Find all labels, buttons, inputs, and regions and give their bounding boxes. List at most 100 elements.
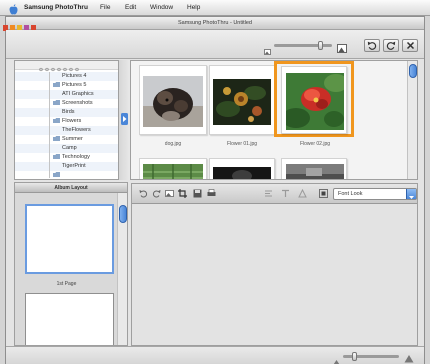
insert-image-icon[interactable]	[164, 188, 175, 199]
rotate-left-icon	[367, 37, 377, 55]
thumbnail-scrollbar-thumb[interactable]	[409, 64, 417, 78]
tree-item-label: Screenshots	[62, 100, 93, 106]
folder-icon	[53, 119, 60, 132]
folder-icon	[53, 92, 60, 105]
rotate-left-button[interactable]	[364, 39, 380, 52]
crop-icon[interactable]	[177, 188, 188, 199]
rotate-right-icon	[386, 37, 396, 55]
rotate-right-button[interactable]	[383, 39, 399, 52]
tree-item[interactable]: Pictures 5	[15, 81, 118, 96]
delete-button[interactable]	[402, 39, 418, 52]
album-scrollbar[interactable]	[117, 193, 127, 345]
text-icon[interactable]	[280, 188, 291, 199]
page-editor[interactable]: Font Look	[131, 183, 418, 346]
page-canvas[interactable]	[132, 204, 417, 345]
zoom-out-icon[interactable]	[333, 352, 340, 364]
album-panel: Album Layout 1st Page	[14, 182, 128, 346]
thumbnail-label: Flower 01.jpg	[226, 141, 257, 147]
thumbnail-label: dog.jpg	[164, 141, 182, 147]
large-thumbnail-icon	[337, 40, 347, 53]
menu-file[interactable]: File	[100, 4, 110, 12]
redo-icon[interactable]	[151, 188, 162, 199]
editor-toolbar: Font Look	[132, 184, 417, 204]
thumbnail-size-slider[interactable]	[274, 41, 332, 50]
tree-item[interactable]: Technology	[15, 153, 118, 168]
folder-icon	[53, 128, 60, 141]
folder-icon	[53, 155, 60, 168]
small-thumbnail-icon	[264, 42, 271, 55]
tree-item[interactable]: TigerPrint	[15, 162, 118, 177]
menu-app-name[interactable]: Samsung PhotoThru	[24, 4, 88, 12]
tree-item-label: Summer	[62, 136, 83, 142]
thumbnail-size-slider-knob[interactable]	[317, 41, 323, 50]
dog-photo[interactable]	[143, 76, 203, 127]
delete-icon	[406, 37, 415, 55]
undo-icon[interactable]	[138, 188, 149, 199]
print-icon[interactable]	[206, 188, 217, 199]
album-scrollbar-thumb[interactable]	[119, 205, 127, 223]
folder-icon	[53, 110, 60, 123]
font-select-value: Font Look	[338, 191, 363, 197]
tree-item-label: Camp	[62, 145, 77, 151]
window-title: Samsung PhotoThru - Untitled	[178, 20, 252, 26]
zoom-slider[interactable]	[343, 352, 399, 361]
menu-window[interactable]: Window	[150, 4, 173, 12]
menu-help[interactable]: Help	[187, 4, 200, 12]
thumbnail-browser[interactable]: dog.jpg Flower 01.jpg Flower 02.jpg	[130, 60, 418, 180]
tree-item[interactable]: Flowers	[15, 117, 118, 132]
color-icon[interactable]	[297, 188, 308, 199]
tree-item[interactable]: TheFlowers	[15, 126, 118, 141]
tree-guide-line	[49, 72, 50, 178]
apple-menu-icon[interactable]	[9, 2, 18, 15]
tree-item-label: Pictures 5	[62, 82, 87, 88]
zoom-slider-knob[interactable]	[351, 352, 357, 361]
folder-icon	[53, 137, 60, 150]
tree-item[interactable]: Birds	[15, 108, 118, 123]
menu-edit[interactable]: Edit	[125, 4, 136, 12]
frame-icon[interactable]	[318, 188, 329, 199]
align-icon[interactable]	[263, 188, 274, 199]
folder-tree[interactable]: Pictures 4 Pictures 5 ATI Graphics Scree…	[14, 60, 119, 180]
main-toolbar	[6, 30, 424, 59]
tree-item[interactable]: Summer	[15, 135, 118, 150]
tree-item[interactable]: Camp	[15, 144, 118, 159]
album-page-label: 1st Page	[56, 281, 77, 287]
red-flower-photo[interactable]	[282, 73, 348, 130]
folder-icon	[53, 164, 60, 177]
tree-item[interactable]: Pictures 4	[15, 72, 118, 87]
tree-item-label: Technology	[62, 154, 90, 160]
tree-item[interactable]: ATI Graphics	[15, 90, 118, 105]
folder-icon	[53, 74, 60, 87]
font-select[interactable]: Font Look	[333, 188, 417, 200]
title-bar: Samsung PhotoThru - Untitled	[6, 17, 424, 30]
tree-rows: Pictures 4 Pictures 5 ATI Graphics Scree…	[15, 72, 118, 179]
tree-item[interactable]: Screenshots	[15, 99, 118, 114]
thumbnail-scrollbar[interactable]	[407, 61, 417, 179]
collapse-arrow-icon[interactable]	[121, 112, 128, 125]
tree-item-label: TigerPrint	[62, 163, 86, 169]
chevron-down-icon[interactable]	[406, 189, 416, 199]
tree-item-label: TheFlowers	[62, 127, 91, 133]
tree-item-label: Birds	[62, 109, 75, 115]
thumbnail-label: Flower 02.jpg	[299, 141, 330, 147]
save-icon[interactable]	[192, 188, 203, 199]
album-page-selected[interactable]	[25, 204, 114, 274]
app-logo	[2, 19, 40, 31]
folder-icon	[53, 83, 60, 96]
status-bar	[6, 346, 424, 364]
folder-icon	[53, 101, 60, 114]
pane-splitter[interactable]	[119, 60, 130, 180]
folder-icon	[53, 146, 60, 159]
grey-photo[interactable]	[286, 164, 344, 179]
album-page[interactable]	[25, 293, 114, 345]
menu-bar: Samsung PhotoThru File Edit Window Help	[0, 0, 430, 16]
tree-column-header	[15, 61, 118, 72]
zoom-in-icon[interactable]	[404, 350, 414, 363]
tree-item-label: ATI Graphics	[62, 91, 94, 97]
album-panel-header: Album Layout	[15, 183, 127, 193]
tree-item-label: Pictures 4	[62, 73, 87, 79]
tree-item-label: Flowers	[62, 118, 82, 124]
green-photo[interactable]	[143, 164, 203, 179]
flowers-photo[interactable]	[213, 79, 271, 125]
dark-photo[interactable]	[213, 167, 271, 179]
